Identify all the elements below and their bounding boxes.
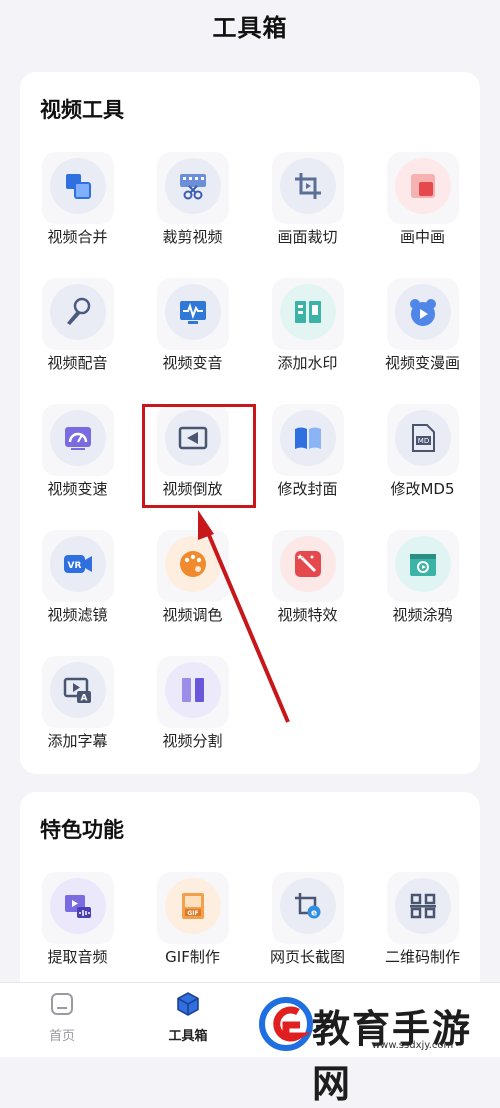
microphone-icon [67,297,91,325]
tool-extract-audio[interactable]: 提取音频 [20,872,135,992]
tool-label: 视频调色 [162,606,223,624]
tool-label: 视频涂鸦 [392,606,453,624]
speedometer-icon [65,427,91,450]
tool-dubbing[interactable]: 视频配音 [20,278,135,398]
bear-cartoon-icon [410,299,436,326]
web-screenshot-icon: e [295,893,321,919]
subtitle-icon: A [63,677,91,704]
tool-qrcode-maker[interactable]: 二维码制作 [365,872,480,992]
watermark-url: www.ssdxjy.com [372,1040,454,1051]
toolbox-icon [177,992,199,1016]
merge-icon [66,174,91,199]
tool-label: 修改MD5 [390,480,455,498]
tool-add-subtitle[interactable]: A 添加字幕 [20,656,135,776]
tool-label: 视频分割 [162,732,223,750]
palette-icon [180,551,206,577]
svg-text:e: e [311,909,317,919]
highlight-box [142,404,256,508]
tool-label: 画面裁切 [277,228,338,246]
tool-gif-maker[interactable]: GIF GIF制作 [135,872,250,992]
svg-text:A: A [81,694,88,704]
tab-label: 首页 [48,1029,75,1044]
split-icon [182,678,204,702]
tool-color-grading[interactable]: 视频调色 [135,530,250,650]
tool-label: 修改封面 [277,480,338,498]
tool-label: 网页长截图 [269,948,345,966]
page-title: 工具箱 [212,14,288,42]
feature-tools-title: 特色功能 [40,818,124,842]
book-cover-icon [295,427,321,449]
tool-label: 视频滤镜 [47,606,108,624]
magic-wand-icon [295,551,321,577]
qrcode-icon [410,893,436,919]
tool-pip[interactable]: 画中画 [365,152,480,272]
video-tools-title: 视频工具 [40,98,124,122]
tool-frame-crop[interactable]: 画面裁切 [250,152,365,272]
tool-video-trim[interactable]: 裁剪视频 [135,152,250,272]
picture-in-picture-icon [411,174,435,198]
watermark-text: 教育手游网 [312,1006,473,1106]
tool-label: 视频变音 [162,354,223,372]
home-icon [51,993,73,1015]
doodle-icon [410,554,436,576]
tool-label: 画中画 [399,228,445,246]
tool-add-watermark[interactable]: 添加水印 [250,278,365,398]
svg-text:MD: MD [418,437,429,445]
tool-label: 提取音频 [47,948,108,966]
svg-text:VR: VR [68,561,82,571]
tool-label: 添加水印 [277,354,338,372]
gif-icon: GIF [182,893,204,919]
crop-icon [295,173,321,199]
watermark-icon [295,301,321,323]
tool-label: 视频变漫画 [384,354,460,372]
tool-video-to-cartoon[interactable]: 视频变漫画 [365,278,480,398]
tool-label: 裁剪视频 [162,228,223,246]
tool-video-merge[interactable]: 视频合并 [20,152,135,272]
tool-label: 视频特效 [277,606,338,624]
svg-text:GIF: GIF [187,910,198,917]
tool-special-effects[interactable]: 视频特效 [250,530,365,650]
vr-camera-icon: VR [64,555,92,573]
tool-voice-change[interactable]: 视频变音 [135,278,250,398]
tool-video-split[interactable]: 视频分割 [135,656,250,776]
tool-label: GIF制作 [165,948,220,966]
feature-tools-card: 特色功能 提取音频 GIF GIF制作 e 网页长截图 二维码制作 [20,792,480,982]
tool-edit-cover[interactable]: 修改封面 [250,404,365,524]
tab-label: 工具箱 [168,1029,208,1044]
tab-toolbox[interactable]: 工具箱 [153,991,223,1044]
tab-home[interactable]: 首页 [27,991,97,1044]
extract-audio-icon [65,895,91,918]
tool-label: 视频配音 [47,354,108,372]
tool-label: 添加字幕 [47,732,108,750]
tool-label: 视频合并 [47,228,108,246]
tool-video-filter[interactable]: VR 视频滤镜 [20,530,135,650]
tool-label: 二维码制作 [384,948,460,966]
tool-web-screenshot[interactable]: e 网页长截图 [250,872,365,992]
tool-speed[interactable]: 视频变速 [20,404,135,524]
tool-edit-md5[interactable]: MD 修改MD5 [365,404,480,524]
film-scissors-icon [180,174,206,200]
tool-label: 视频变速 [47,480,108,498]
md5-file-icon: MD [412,424,435,452]
voice-change-icon [180,301,206,324]
tool-doodle[interactable]: 视频涂鸦 [365,530,480,650]
